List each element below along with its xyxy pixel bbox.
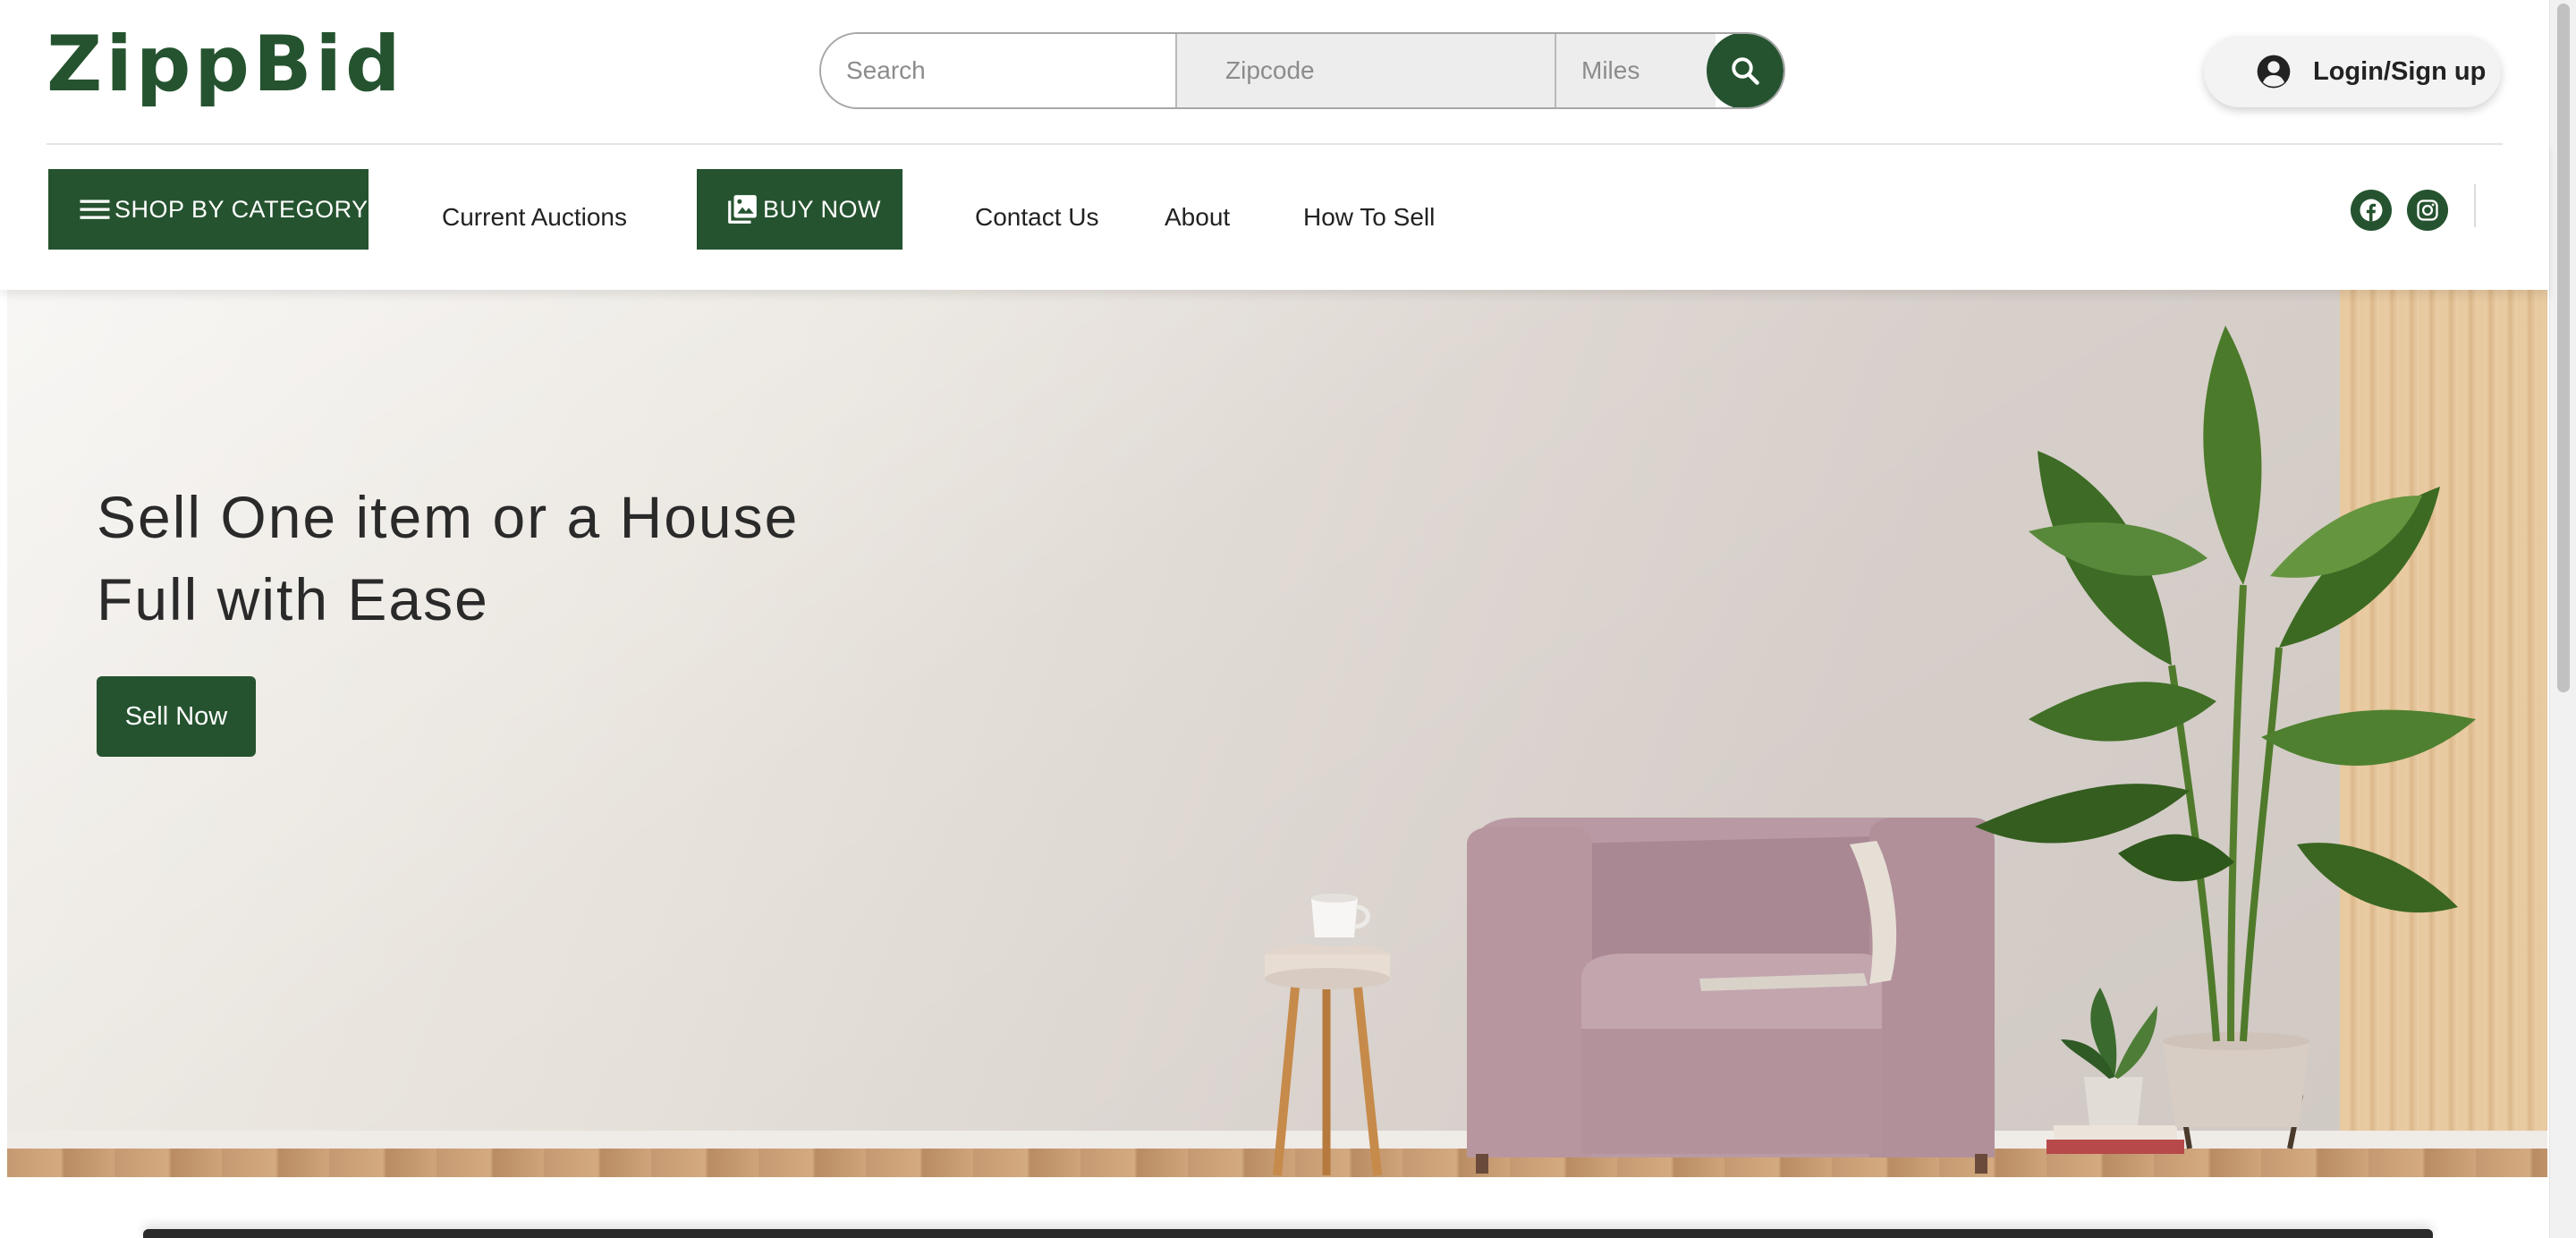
- login-signup-label: Login/Sign up: [2313, 57, 2487, 86]
- hero-banner: Sell One item or a House Full with Ease …: [7, 290, 2547, 1177]
- menu-icon: [80, 199, 110, 219]
- shop-by-category-label: SHOP BY CATEGORY: [114, 195, 369, 223]
- nav-divider: [2474, 184, 2476, 227]
- login-signup-button[interactable]: Login/Sign up: [2204, 36, 2501, 107]
- scrollbar-thumb[interactable]: [2557, 4, 2570, 692]
- buy-now-label: BUY NOW: [763, 195, 882, 223]
- nav-current-auctions[interactable]: Current Auctions: [442, 145, 627, 290]
- nav-contact-us[interactable]: Contact Us: [975, 145, 1099, 290]
- instagram-link[interactable]: [2407, 190, 2448, 231]
- site-header: ZippBid Login/Sign up: [0, 0, 2549, 143]
- nav-about[interactable]: About: [1165, 145, 1230, 290]
- page-scrollbar[interactable]: [2549, 0, 2576, 1238]
- instagram-icon: [2417, 199, 2438, 221]
- shop-by-category-button[interactable]: SHOP BY CATEGORY: [48, 169, 369, 250]
- armchair: [1467, 818, 1995, 1174]
- search-bar: [819, 32, 1785, 109]
- site-logo[interactable]: ZippBid: [47, 20, 404, 109]
- hero-title: Sell One item or a House Full with Ease: [97, 484, 800, 632]
- main-nav: SHOP BY CATEGORY Current Auctions BUY NO…: [0, 145, 2549, 290]
- miles-input[interactable]: [1555, 34, 1716, 107]
- search-input[interactable]: [821, 34, 1175, 107]
- buy-now-button[interactable]: BUY NOW: [697, 169, 902, 250]
- zipcode-input[interactable]: [1175, 34, 1555, 107]
- small-potted-plant: [2046, 988, 2184, 1154]
- search-button[interactable]: [1707, 34, 1784, 107]
- sell-now-button[interactable]: Sell Now: [97, 676, 256, 757]
- facebook-link[interactable]: [2351, 190, 2392, 231]
- search-icon: [1732, 57, 1759, 85]
- large-potted-plant: [1975, 326, 2476, 1149]
- nav-how-to-sell[interactable]: How To Sell: [1303, 145, 1435, 290]
- next-section-edge: [143, 1229, 2433, 1238]
- facebook-icon: [2360, 199, 2383, 222]
- photo-library-icon: [728, 195, 757, 224]
- living-room-armchair-plant-image: [1265, 326, 2476, 1176]
- user-circle-icon: [2257, 55, 2291, 89]
- side-table: [1265, 894, 1390, 1176]
